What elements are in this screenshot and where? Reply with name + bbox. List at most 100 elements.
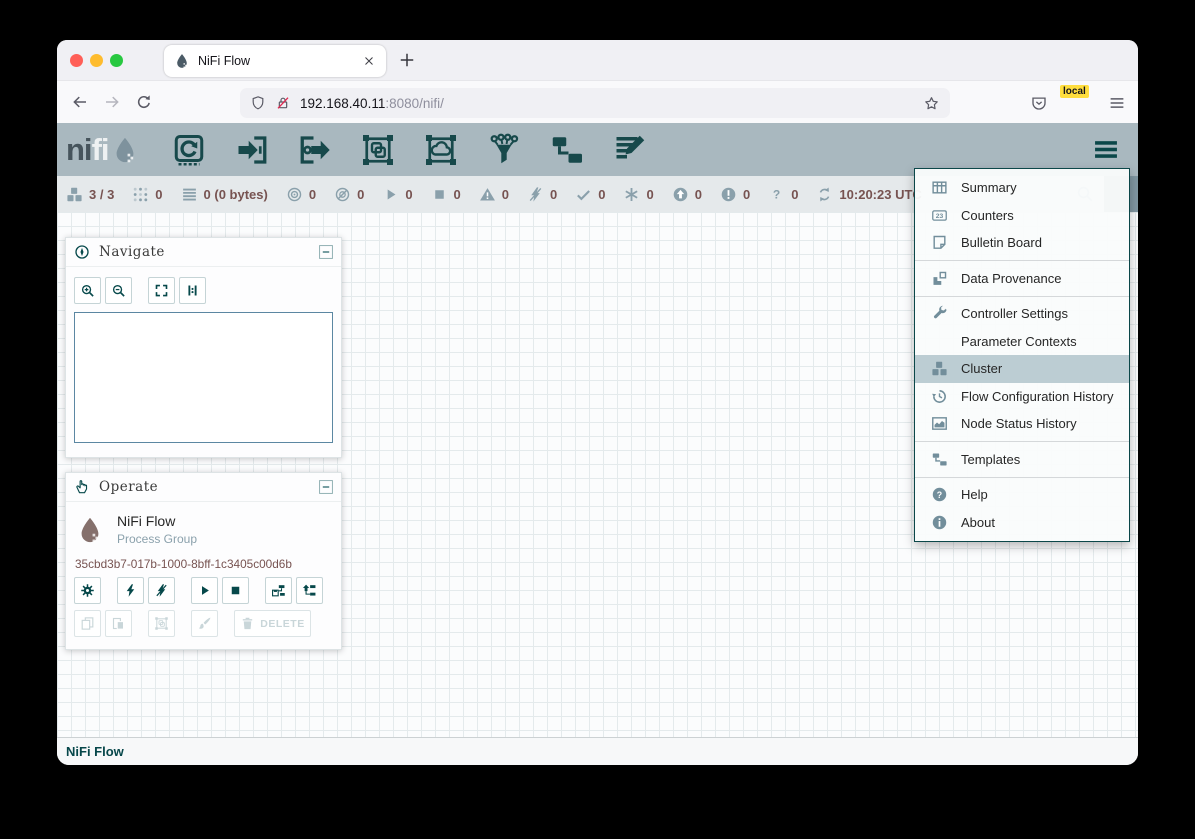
navigate-zoom-fit[interactable]: [148, 277, 175, 304]
menu-item-about[interactable]: About: [915, 509, 1129, 537]
navigate-zoom-out[interactable]: [105, 277, 132, 304]
running-icon: [382, 186, 399, 203]
asterisk-icon: [623, 186, 640, 203]
menu-item-flow-configuration-history[interactable]: Flow Configuration History: [915, 383, 1129, 411]
navigate-zoom-actual[interactable]: [179, 277, 206, 304]
new-tab-button[interactable]: [397, 50, 417, 70]
wrench-icon: [931, 305, 948, 322]
operate-copy[interactable]: [74, 610, 101, 637]
queued-icon: [181, 186, 198, 203]
menu-item-node-status-history[interactable]: Node Status History: [915, 410, 1129, 438]
transmitting-icon: [286, 186, 303, 203]
remote-process-group-icon: [423, 132, 459, 168]
url-host: 192.168.40.11: [300, 96, 385, 111]
forward-button[interactable]: [103, 93, 121, 111]
insecure-lock-icon[interactable]: [275, 95, 291, 111]
bookmark-star-icon[interactable]: [923, 95, 940, 112]
operate-stop[interactable]: [222, 577, 249, 604]
toolbar-label[interactable]: [612, 132, 648, 168]
menu-item-help[interactable]: ? Help: [915, 481, 1129, 509]
logo-text-ni: ni: [66, 132, 92, 168]
collapse-operate-button[interactable]: [319, 480, 333, 494]
global-menu-button[interactable]: [1088, 137, 1124, 162]
menu-item-counters[interactable]: 23 Counters: [915, 202, 1129, 230]
profile-avatar[interactable]: local: [1066, 91, 1090, 115]
svg-text:?: ?: [773, 187, 780, 201]
counters-icon: 23: [931, 207, 948, 224]
play-icon: [197, 583, 212, 598]
menu-item-parameter-contexts[interactable]: Parameter Contexts: [915, 328, 1129, 356]
brush-icon: [197, 616, 212, 631]
operate-configuration[interactable]: [74, 577, 101, 604]
toolbar-output-port[interactable]: [297, 132, 333, 168]
menu-item-summary[interactable]: Summary: [915, 174, 1129, 202]
gear-icon: [80, 583, 95, 598]
summary-icon: [931, 179, 948, 196]
browser-toolbar: 192.168.40.11:8080/nifi/ local: [57, 80, 1138, 123]
menu-item-templates[interactable]: Templates: [915, 446, 1129, 474]
operate-start[interactable]: [191, 577, 218, 604]
stopped-icon: [431, 186, 448, 203]
close-tab-icon[interactable]: [362, 54, 376, 68]
operate-group[interactable]: [148, 610, 175, 637]
birdseye-view[interactable]: [74, 312, 333, 443]
url-bar[interactable]: 192.168.40.11:8080/nifi/: [240, 88, 950, 118]
save-template-icon: [271, 583, 286, 598]
menu-item-bulletin-board[interactable]: Bulletin Board: [915, 229, 1129, 257]
compass-icon: [74, 244, 90, 260]
operate-component: NiFi Flow Process Group: [66, 502, 341, 548]
threads-icon: [132, 186, 149, 203]
help-icon: ?: [931, 486, 948, 503]
browser-tab[interactable]: NiFi Flow: [164, 45, 386, 77]
tab-title: NiFi Flow: [198, 54, 362, 68]
collapse-navigate-button[interactable]: [319, 245, 333, 259]
breadcrumb-bar: NiFi Flow: [57, 737, 1138, 765]
minimize-window-button[interactable]: [90, 54, 103, 67]
disabled-icon: [527, 186, 544, 203]
status-sync-failure: ?0: [768, 186, 798, 203]
menu-item-data-provenance[interactable]: Data Provenance: [915, 265, 1129, 293]
not-transmitting-icon: [334, 186, 351, 203]
menu-item-controller-settings[interactable]: Controller Settings: [915, 300, 1129, 328]
data-provenance-icon: [931, 270, 948, 287]
operate-buttons-row2: DELETE: [74, 610, 333, 637]
toolbar-remote-process-group[interactable]: [423, 132, 459, 168]
operate-title: Operate: [99, 479, 319, 495]
url-path: :8080/nifi/: [385, 96, 444, 111]
component-toolbar: [171, 132, 648, 168]
toolbar-process-group[interactable]: [360, 132, 396, 168]
tracking-shield-icon[interactable]: [250, 95, 266, 111]
input-port-icon: [234, 132, 270, 168]
bolt-slash-icon: [154, 583, 169, 598]
svg-text:?: ?: [937, 490, 942, 500]
toolbar-funnel[interactable]: [486, 132, 522, 168]
operate-disable[interactable]: [148, 577, 175, 604]
zoom-out-icon: [111, 283, 126, 298]
operate-enable[interactable]: [117, 577, 144, 604]
operate-upload-template[interactable]: [296, 577, 323, 604]
firefox-menu-button[interactable]: [1108, 94, 1126, 112]
close-window-button[interactable]: [70, 54, 83, 67]
pocket-icon[interactable]: [1030, 94, 1048, 112]
operate-paste[interactable]: [105, 610, 132, 637]
status-disabled: 0: [527, 186, 557, 203]
breadcrumb[interactable]: NiFi Flow: [66, 744, 124, 759]
navigate-zoom-in[interactable]: [74, 277, 101, 304]
window-controls: [70, 54, 123, 67]
toolbar-input-port[interactable]: [234, 132, 270, 168]
status-connected-nodes: 3 / 3: [66, 186, 114, 203]
browser-window: NiFi Flow 192.168.40.11:8080/nifi/ local…: [57, 40, 1138, 765]
template-icon: [549, 132, 585, 168]
toolbar-right: local: [1030, 81, 1126, 124]
toolbar-processor[interactable]: [171, 132, 207, 168]
operate-save-template[interactable]: [265, 577, 292, 604]
menu-item-cluster[interactable]: Cluster: [915, 355, 1129, 383]
check-icon: [575, 186, 592, 203]
zoom-window-button[interactable]: [110, 54, 123, 67]
reload-button[interactable]: [135, 93, 153, 111]
back-button[interactable]: [71, 93, 89, 111]
operate-color[interactable]: [191, 610, 218, 637]
operate-header: Operate: [66, 473, 341, 502]
operate-delete[interactable]: DELETE: [234, 610, 311, 637]
toolbar-template[interactable]: [549, 132, 585, 168]
